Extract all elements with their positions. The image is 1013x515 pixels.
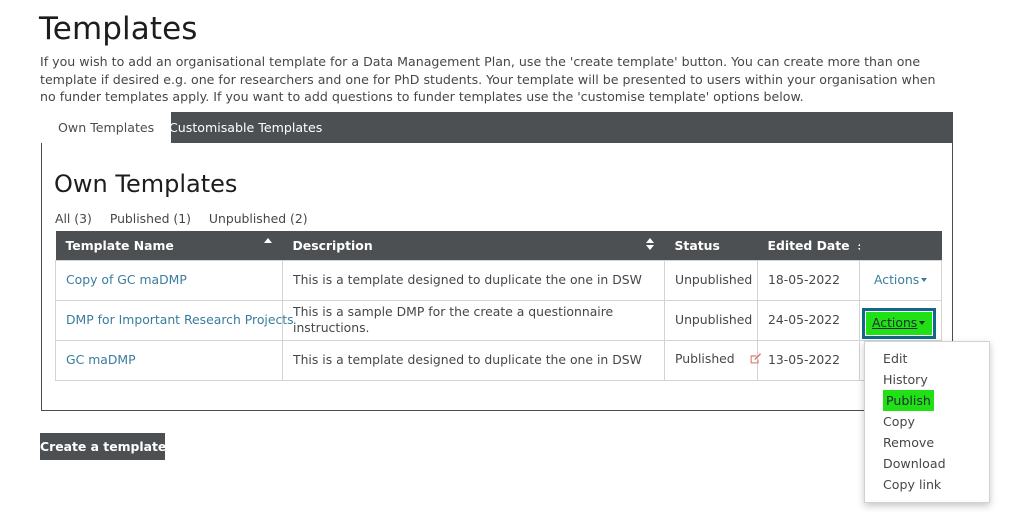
status-text: Unpublished (675, 312, 753, 327)
status-text: Published (675, 351, 735, 366)
panel-heading: Own Templates (54, 170, 238, 198)
filter-all[interactable]: All (3) (55, 211, 92, 226)
menu-item-remove[interactable]: Remove (865, 432, 989, 453)
tab-customisable-templates[interactable]: Customisable Templates (152, 112, 339, 143)
col-header-edited-date[interactable]: Edited Date (757, 231, 867, 260)
table-head: Template Name Description Status Edited … (55, 231, 942, 260)
menu-item-download[interactable]: Download (865, 453, 989, 474)
template-name-link[interactable]: DMP for Important Research Projects (66, 312, 294, 327)
chevron-down-icon (919, 321, 926, 325)
cell-edited-date: 13-05-2022 (757, 339, 860, 381)
cell-template-name: GC maDMP (55, 339, 283, 381)
col-header-template-name-label: Template Name (65, 237, 174, 253)
cell-description: This is a template designed to duplicate… (282, 339, 665, 381)
col-header-description[interactable]: Description (282, 231, 665, 260)
menu-item-edit[interactable]: Edit (865, 348, 989, 369)
actions-dropdown-toggle[interactable]: Actions (874, 272, 928, 287)
actions-label: Actions (874, 272, 920, 287)
col-header-template-name[interactable]: Template Name (55, 231, 283, 260)
filter-unpublished[interactable]: Unpublished (2) (209, 211, 308, 226)
page-title: Templates (39, 11, 198, 47)
cell-edited-date: 18-05-2022 (757, 259, 860, 301)
col-header-status: Status (664, 231, 758, 260)
tab-bar: Own Templates Customisable Templates (41, 112, 953, 143)
menu-item-publish[interactable]: Publish (883, 390, 934, 411)
cell-status: Unpublished (664, 259, 758, 301)
status-text: Unpublished (675, 272, 753, 287)
menu-item-publish-wrapper: Publish (865, 390, 989, 411)
chevron-down-icon (921, 278, 928, 282)
create-template-button[interactable]: Create a template (40, 433, 166, 460)
cell-description: This is a sample DMP for the create a qu… (282, 299, 665, 341)
filter-links: All (3) Published (1) Unpublished (2) (55, 211, 322, 226)
table-body: Copy of GC maDMP This is a template desi… (55, 259, 942, 381)
page-intro-text: If you wish to add an organisational tem… (40, 54, 936, 104)
pencil-square-icon[interactable] (749, 352, 762, 369)
table-row: DMP for Important Research Projects This… (55, 299, 942, 341)
template-name-link[interactable]: GC maDMP (66, 352, 136, 367)
cell-template-name: DMP for Important Research Projects (55, 299, 294, 341)
col-header-actions (859, 231, 942, 260)
col-header-status-label: Status (674, 237, 720, 253)
filter-published[interactable]: Published (1) (110, 211, 191, 226)
table-header-row: Template Name Description Status Edited … (55, 231, 942, 260)
menu-item-copy-link[interactable]: Copy link (865, 474, 989, 495)
cell-actions: Actions (859, 259, 942, 301)
templates-panel: Own Templates All (3) Published (1) Unpu… (41, 143, 953, 411)
actions-dropdown-toggle-active[interactable]: Actions (872, 315, 926, 330)
cell-status: Unpublished (664, 299, 758, 341)
cell-template-name: Copy of GC maDMP (55, 259, 283, 301)
col-header-description-label: Description (292, 237, 373, 253)
sort-both-icon[interactable] (646, 238, 655, 250)
cell-description: This is a template designed to duplicate… (282, 259, 665, 301)
actions-label: Actions (872, 315, 918, 330)
cell-edited-date: 24-05-2022 (757, 299, 860, 341)
table-row: Copy of GC maDMP This is a template desi… (55, 259, 942, 301)
template-name-link[interactable]: Copy of GC maDMP (66, 272, 187, 287)
cell-status: Published (664, 339, 761, 381)
actions-dropdown-menu: Edit History Publish Copy Remove Downloa… (864, 341, 990, 503)
templates-page: Templates If you wish to add an organisa… (0, 0, 1013, 515)
templates-table: Template Name Description Status Edited … (55, 231, 942, 381)
menu-item-copy[interactable]: Copy (865, 411, 989, 432)
sort-asc-icon[interactable] (264, 238, 273, 243)
table-row: GC maDMP This is a template designed to … (55, 339, 942, 381)
menu-item-history[interactable]: History (865, 369, 989, 390)
col-header-edited-date-label: Edited Date (767, 237, 850, 253)
